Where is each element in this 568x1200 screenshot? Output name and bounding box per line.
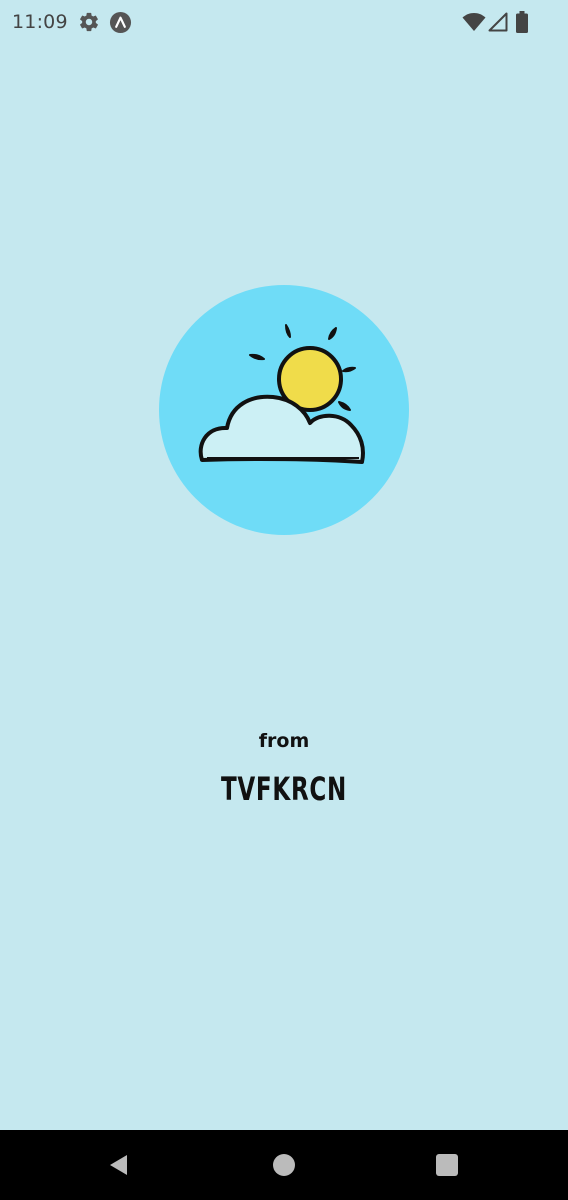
recents-icon[interactable]	[434, 1152, 460, 1178]
gear-icon	[80, 12, 98, 32]
status-bar: 11:09	[0, 0, 568, 46]
app-badge-icon	[109, 11, 132, 34]
back-icon[interactable]	[106, 1152, 132, 1178]
weather-sun-cloud-icon	[159, 285, 409, 535]
wifi-icon	[462, 13, 486, 31]
brand-name: TVFKRCN	[220, 770, 348, 808]
splash-screen: 11:09 from TVFKRCN	[0, 0, 568, 1200]
status-time: 11:09	[12, 11, 68, 33]
home-icon[interactable]	[271, 1152, 297, 1178]
signal-icon	[488, 12, 508, 32]
battery-icon	[516, 11, 528, 33]
from-label: from	[258, 730, 310, 752]
navigation-bar	[0, 1130, 568, 1200]
